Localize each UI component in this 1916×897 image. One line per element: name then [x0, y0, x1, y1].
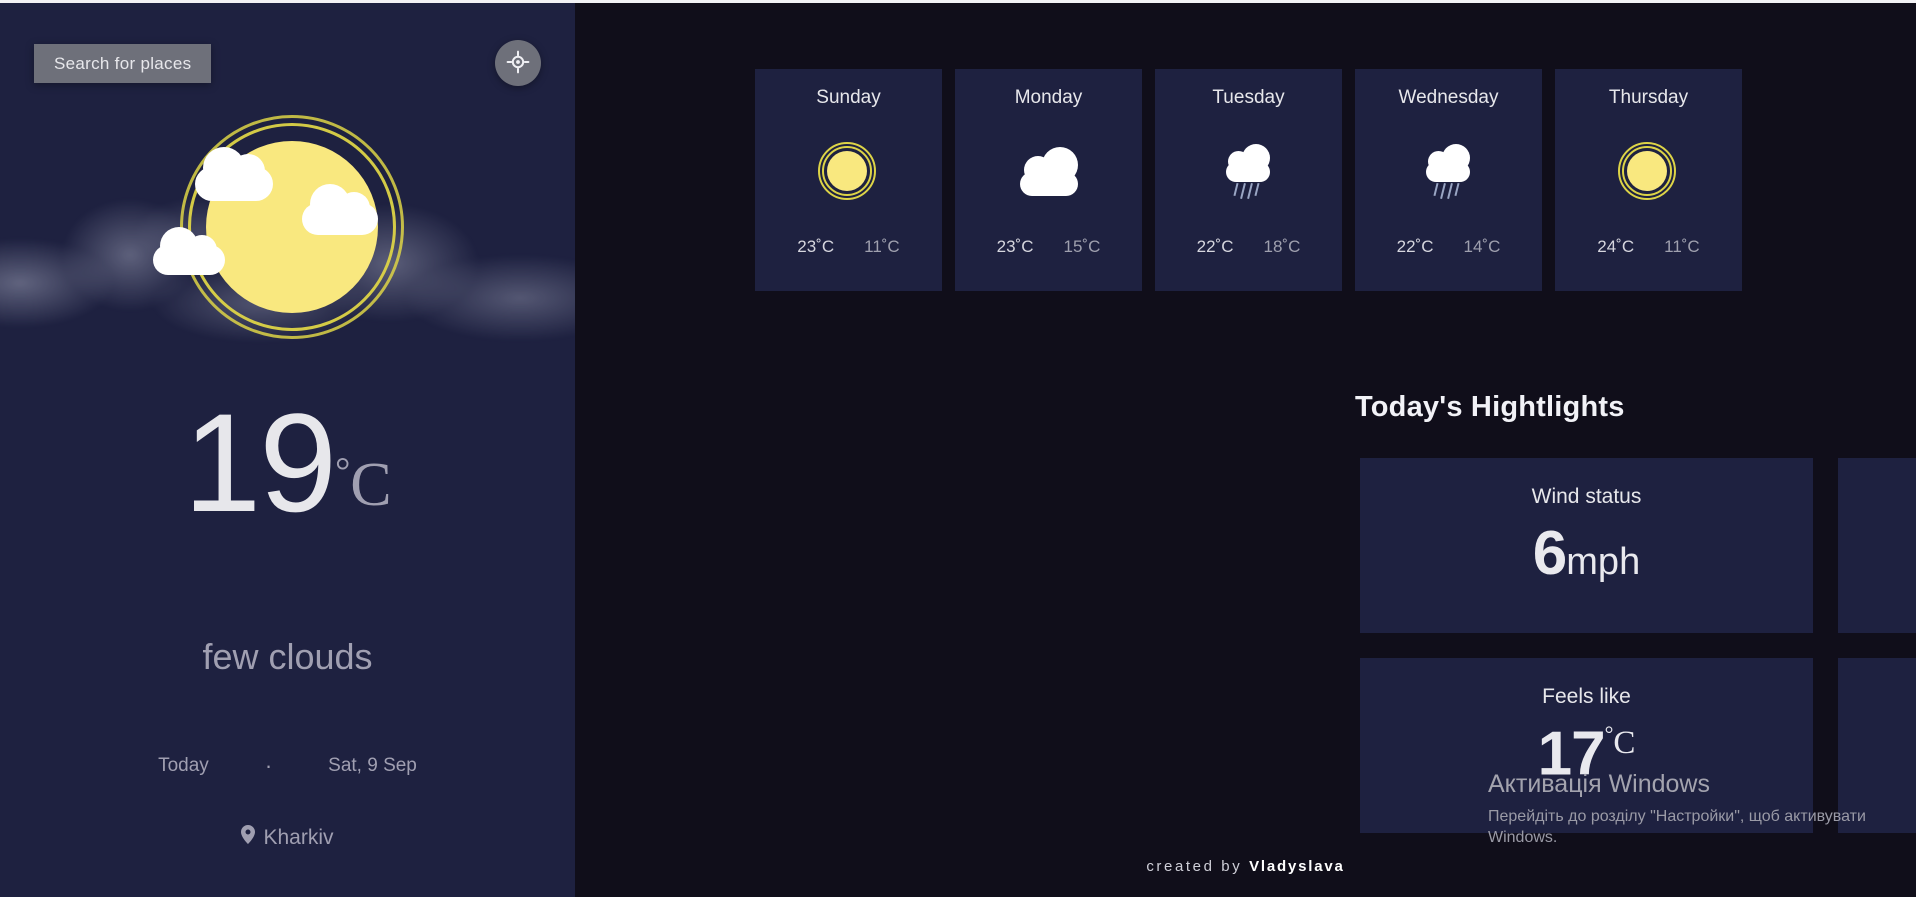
highlight-value: 17°C [1537, 719, 1636, 789]
forecast-max-temp: 23˚C [996, 237, 1034, 256]
weather-app: Search for places 19°C few clouds Today … [0, 3, 1916, 897]
forecast-row: Sunday 23˚C 11˚C Monday 23˚C 15˚C Tuesda… [755, 69, 1742, 291]
cloud-icon [1018, 137, 1080, 209]
top-border-line [0, 0, 1916, 3]
forecast-temperatures: 23˚C 15˚C [997, 237, 1101, 275]
highlight-label: Feels like [1542, 685, 1631, 708]
forecast-temperatures: 24˚C 11˚C [1597, 237, 1699, 275]
cloud-icon [153, 227, 225, 275]
current-temperature-unit: °C [335, 450, 392, 519]
forecast-day-label: Thursday [1608, 87, 1689, 108]
forecast-min-temp: 18˚C [1263, 237, 1301, 256]
forecast-max-temp: 23˚C [797, 237, 835, 256]
forecast-min-temp: 14˚C [1463, 237, 1501, 256]
highlight-unit: °C [1604, 721, 1636, 761]
forecast-card[interactable]: Tuesday 22˚C 18˚C [1155, 69, 1342, 291]
main-panel: Sunday 23˚C 11˚C Monday 23˚C 15˚C Tuesda… [575, 3, 1916, 897]
forecast-max-temp: 24˚C [1597, 237, 1635, 256]
highlight-label: Wind status [1531, 485, 1642, 508]
rain-icon [1418, 137, 1480, 209]
credit-footer: created by Vladyslava [575, 858, 1916, 875]
location-name: Kharkiv [263, 825, 334, 849]
forecast-min-temp: 15˚C [1063, 237, 1101, 256]
sidebar-panel: Search for places 19°C few clouds Today … [0, 3, 575, 897]
page-title: Today's Hightlights [1355, 391, 1625, 423]
forecast-temperatures: 22˚C 14˚C [1397, 237, 1501, 275]
forecast-card[interactable]: Monday 23˚C 15˚C [955, 69, 1142, 291]
forecast-max-temp: 22˚C [1396, 237, 1434, 256]
rain-icon [1218, 137, 1280, 209]
date-label: Sat, 9 Sep [328, 755, 417, 776]
location-row: Kharkiv [0, 825, 575, 850]
cloud-icon [302, 184, 378, 235]
current-location-button[interactable] [495, 40, 541, 86]
forecast-max-temp: 22˚C [1196, 237, 1234, 256]
cloud-icon [195, 147, 273, 201]
date-separator: · [264, 753, 273, 778]
sun-icon [153, 115, 410, 345]
date-row: Today · Sat, 9 Sep [0, 755, 575, 777]
weather-description: few clouds [202, 636, 373, 677]
sun-icon [1617, 137, 1680, 209]
highlights-grid: Wind status 6mph Humidity 28% Feels like… [1360, 458, 1916, 833]
highlight-value: 6mph [1532, 519, 1641, 588]
forecast-day-label: Tuesday [1212, 87, 1285, 108]
forecast-min-temp: 11˚C [1664, 237, 1700, 256]
forecast-card[interactable]: Sunday 23˚C 11˚C [755, 69, 942, 291]
forecast-day-label: Wednesday [1398, 87, 1499, 108]
highlight-card-humidity: Humidity 28% [1838, 458, 1916, 633]
sun-icon [817, 137, 880, 209]
sidebar-toolbar: Search for places [0, 38, 575, 88]
search-for-places-button[interactable]: Search for places [34, 43, 212, 83]
highlight-unit: mph [1566, 541, 1641, 583]
forecast-day-label: Monday [1014, 87, 1083, 108]
credit-prefix: created by [1146, 858, 1250, 875]
highlight-card-wind-status: Wind status 6mph [1360, 458, 1813, 633]
forecast-temperatures: 23˚C 11˚C [797, 237, 899, 275]
crosshair-target-icon [506, 50, 530, 77]
forecast-day-label: Sunday [816, 87, 881, 108]
forecast-min-temp: 11˚C [864, 237, 900, 256]
current-temperature-value: 19 [183, 384, 337, 541]
sun-behind-clouds-hero-illustration [0, 103, 575, 353]
map-pin-icon [241, 825, 256, 850]
forecast-card[interactable]: Thursday 24˚C 11˚C [1555, 69, 1742, 291]
day-label: Today [158, 755, 209, 776]
credit-author: Vladyslava [1249, 858, 1345, 875]
highlight-card-air-pressure: Air Pressure 1018mb [1838, 658, 1916, 833]
highlight-card-feels-like: Feels like 17°C [1360, 658, 1813, 833]
current-temperature: 19°C [0, 393, 575, 533]
forecast-card[interactable]: Wednesday 22˚C 14˚C [1355, 69, 1542, 291]
forecast-temperatures: 22˚C 18˚C [1197, 237, 1301, 275]
